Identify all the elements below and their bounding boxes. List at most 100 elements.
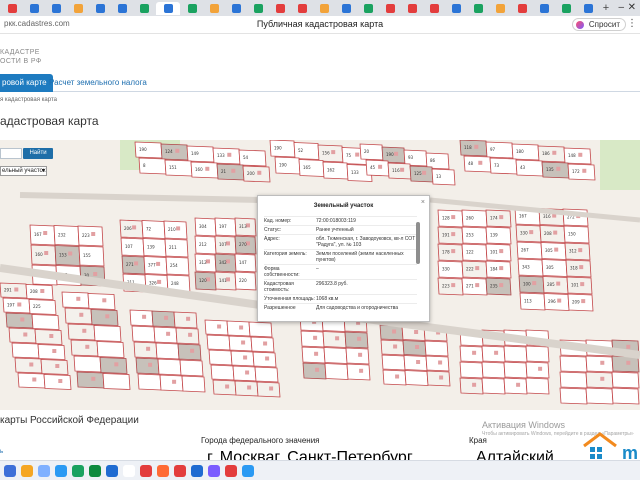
land-plot[interactable] (585, 355, 614, 373)
land-plot[interactable] (611, 387, 640, 405)
land-plot[interactable] (90, 309, 119, 326)
land-plot[interactable] (37, 344, 66, 360)
taskbar-app-icon[interactable] (89, 464, 101, 477)
browser-tab[interactable] (424, 2, 444, 15)
land-plot[interactable] (481, 361, 506, 379)
site-brand[interactable]: кадастре ости в РФ (0, 48, 42, 66)
land-plot[interactable] (226, 320, 251, 337)
land-plot[interactable] (256, 381, 281, 398)
close-icon[interactable]: × (421, 199, 425, 206)
land-plot[interactable] (481, 377, 506, 395)
browser-tab[interactable] (248, 2, 268, 15)
land-plot[interactable] (99, 357, 128, 374)
browser-tab[interactable] (556, 2, 576, 15)
land-plot[interactable] (248, 321, 273, 338)
browser-tab[interactable] (2, 2, 22, 15)
land-plot[interactable] (133, 341, 158, 359)
land-plot[interactable] (559, 355, 588, 373)
taskbar-app-icon[interactable] (174, 464, 186, 477)
land-plot[interactable] (76, 371, 105, 389)
land-plot[interactable] (31, 314, 60, 330)
new-tab-button[interactable]: + (600, 2, 612, 15)
browser-tab[interactable] (46, 2, 66, 15)
land-plot[interactable] (8, 327, 37, 344)
land-plot[interactable] (559, 371, 588, 389)
land-plot[interactable] (40, 359, 69, 375)
land-plot[interactable] (459, 361, 484, 379)
taskbar-app-icon[interactable] (4, 464, 16, 477)
land-plot[interactable] (323, 347, 348, 364)
land-plot[interactable] (301, 346, 326, 364)
land-plot[interactable] (73, 355, 102, 373)
search-input[interactable] (0, 148, 22, 159)
object-type-select[interactable]: ельный участок ▾ (0, 166, 47, 176)
taskbar-app-icon[interactable] (157, 464, 169, 477)
land-plot[interactable] (210, 364, 235, 381)
land-plot[interactable] (525, 361, 550, 379)
taskbar-app-icon[interactable] (225, 464, 237, 477)
land-plot[interactable] (70, 339, 99, 357)
land-plot[interactable] (181, 375, 206, 393)
land-plot[interactable] (503, 345, 528, 363)
browser-tab[interactable] (24, 2, 44, 15)
land-plot[interactable] (157, 358, 182, 376)
land-plot[interactable] (525, 377, 550, 395)
land-plot[interactable] (404, 370, 429, 386)
land-plot[interactable] (206, 334, 231, 351)
taskbar-app-icon[interactable] (21, 464, 33, 477)
browser-tab[interactable] (402, 2, 422, 15)
land-plot[interactable] (559, 387, 588, 405)
land-plot[interactable] (175, 327, 200, 345)
browser-tab[interactable] (226, 2, 246, 15)
browser-tab[interactable] (90, 2, 110, 15)
land-plot[interactable] (232, 365, 257, 382)
land-plot[interactable] (585, 371, 614, 389)
land-plot[interactable] (611, 355, 640, 373)
taskbar-app-icon[interactable] (242, 464, 254, 477)
land-plot[interactable] (11, 342, 40, 359)
land-plot[interactable] (525, 345, 550, 363)
land-plot[interactable] (204, 319, 229, 336)
land-plot[interactable] (137, 373, 162, 391)
land-plot[interactable] (93, 325, 122, 342)
land-plot[interactable] (61, 291, 90, 309)
nav-tab-land-tax[interactable]: Расчет земельного налога (49, 74, 147, 92)
footer-left-link[interactable]: ь (0, 449, 3, 455)
browser-tab[interactable] (68, 2, 88, 15)
land-plot[interactable] (459, 377, 484, 395)
land-plot[interactable] (228, 335, 253, 352)
land-plot[interactable] (159, 374, 184, 392)
land-plot[interactable] (426, 370, 451, 387)
land-plot[interactable] (17, 372, 46, 389)
land-plot[interactable] (403, 355, 428, 371)
land-plot[interactable] (300, 330, 325, 348)
land-plot[interactable] (344, 331, 369, 349)
land-plot[interactable] (322, 331, 347, 348)
browser-tab[interactable] (490, 2, 510, 15)
land-plot[interactable] (425, 355, 450, 372)
land-plot[interactable] (96, 341, 125, 358)
close-window-button[interactable]: ✕ (628, 2, 636, 14)
land-plot[interactable] (102, 373, 131, 390)
land-plot[interactable] (135, 357, 160, 375)
land-plot[interactable] (87, 293, 116, 310)
land-plot[interactable] (346, 363, 371, 381)
taskbar-app-icon[interactable] (208, 464, 220, 477)
land-plot[interactable] (481, 345, 506, 363)
land-plot[interactable] (585, 387, 614, 405)
land-plot[interactable] (155, 342, 180, 360)
land-plot[interactable] (34, 329, 63, 345)
land-plot[interactable] (381, 354, 406, 371)
breadcrumb[interactable]: я кадастровая карта (0, 97, 57, 103)
browser-tab[interactable] (534, 2, 554, 15)
land-plot[interactable] (459, 345, 484, 363)
taskbar-app-icon[interactable] (106, 464, 118, 477)
browser-tab[interactable] (156, 1, 180, 15)
browser-tab[interactable] (358, 2, 378, 15)
taskbar-app-icon[interactable] (123, 464, 135, 477)
browser-tab[interactable] (512, 2, 532, 15)
land-plot[interactable] (212, 379, 237, 396)
land-plot[interactable] (380, 339, 405, 356)
browser-tab[interactable] (204, 2, 224, 15)
browser-tab[interactable] (446, 2, 466, 15)
